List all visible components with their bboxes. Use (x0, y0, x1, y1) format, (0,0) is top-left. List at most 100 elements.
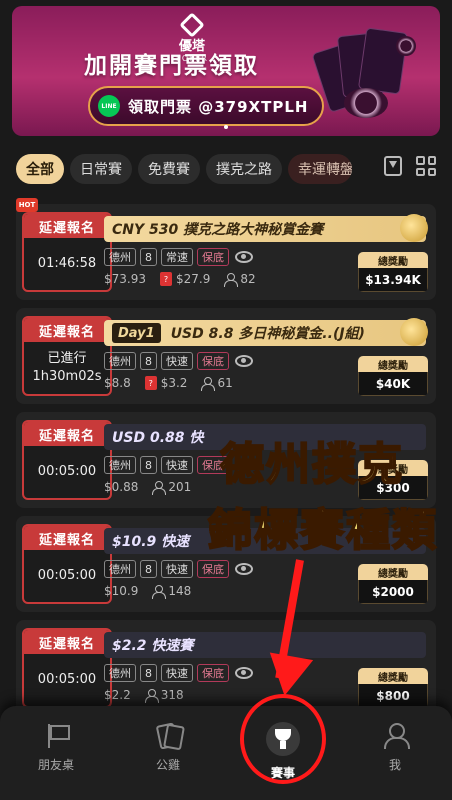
annotation-circle (240, 694, 326, 784)
nav-public-table[interactable]: 公雞 (128, 722, 208, 773)
prize-box: 總獎勵 $2000 (358, 564, 428, 604)
tab-lucky-wheel[interactable]: 幸運轉盤 (288, 154, 352, 184)
status-label: 延遲報名 (24, 214, 110, 238)
filter-icon[interactable] (384, 156, 402, 176)
person-icon (201, 376, 216, 391)
buyin: $10.9 (104, 584, 139, 598)
registration-status: 延遲報名 00:05:00 (22, 524, 112, 604)
prize-label: 總獎勵 (358, 564, 428, 580)
tab-daily[interactable]: 日常賽 (70, 154, 132, 184)
seats-tag: 8 (140, 560, 157, 578)
user-icon (381, 722, 410, 749)
overlay-caption-line2: 錦標賽種類 (207, 504, 438, 557)
seats-tag: 8 (140, 352, 157, 370)
seats-tag: 8 (140, 248, 157, 266)
status-time: 00:05:00 (37, 464, 97, 479)
game-type-tag: 德州 (104, 560, 136, 578)
tournament-name: USD 8.8 多日神秘賞金..(J組) (170, 326, 365, 342)
ticket-value: $27.9 (176, 272, 211, 286)
prize-value: $40K (358, 372, 428, 396)
coins-icon (400, 318, 428, 346)
nav-friend-table[interactable]: 朋友桌 (16, 722, 96, 773)
nav-label: 朋友桌 (37, 758, 74, 772)
hot-badge: HOT (16, 198, 38, 212)
tournament-name-bar: Day1 USD 8.8 多日神秘賞金..(J組) (104, 320, 426, 346)
player-count: 148 (168, 584, 192, 598)
nav-me[interactable]: 我 (355, 722, 435, 773)
person-icon (152, 584, 167, 599)
nav-label: 公雞 (155, 758, 180, 772)
ticket-value: $3.2 (160, 376, 188, 390)
guarantee-tag: 保底 (197, 664, 229, 682)
status-label: 延遲報名 (24, 526, 110, 550)
guarantee-tag: 保底 (197, 248, 229, 266)
guarantee-tag: 保底 (197, 352, 229, 370)
person-icon (144, 688, 159, 703)
status-time: 00:05:00 (37, 568, 97, 583)
flag-icon (42, 722, 70, 748)
eye-icon[interactable] (235, 563, 253, 575)
status-time: 已進行 1h30m02s (32, 351, 102, 384)
game-type-tag: 德州 (104, 664, 136, 682)
game-type-tag: 德州 (104, 352, 136, 370)
grid-icon[interactable] (416, 156, 436, 176)
person-icon (224, 272, 239, 287)
player-count: 82 (240, 272, 256, 286)
prize-label: 總獎勵 (358, 356, 428, 372)
speed-tag: 快速 (161, 456, 193, 474)
promo-banner[interactable]: 優塔 POKER 加開賽門票領取 LINE 領取門票 @379XTPLH (12, 6, 440, 136)
cards-icon (154, 722, 182, 748)
prize-box: 總獎勵 $800 (358, 668, 428, 708)
tournament-name: CNY 530 撲克之路大神秘賞金賽 (104, 216, 426, 242)
eye-icon[interactable] (235, 355, 253, 367)
eye-icon[interactable] (235, 251, 253, 263)
prize-label: 總獎勵 (358, 252, 428, 268)
bottom-nav: 朋友桌 公雞 賽事 我 (0, 706, 452, 800)
coins-icon (400, 214, 428, 242)
speed-tag: 快速 (161, 560, 193, 578)
registration-status: 延遲報名 00:05:00 (22, 628, 112, 708)
tournament-card[interactable]: HOT 延遲報名 01:46:58 CNY 530 撲克之路大神秘賞金賽 德州 … (16, 198, 436, 300)
game-type-tag: 德州 (104, 456, 136, 474)
registration-status: 延遲報名 00:05:00 (22, 420, 112, 500)
speed-tag: 常速 (161, 248, 193, 266)
speed-tag: 快速 (161, 664, 193, 682)
ticket-icon: ? (160, 272, 172, 286)
filter-tabs: 全部 日常賽 免費賽 撲克之路 幸運轉盤 (16, 153, 436, 185)
tournament-card[interactable]: 延遲報名 00:05:00 $2.2 快速賽 德州 8 快速 保底 $2.2 3… (16, 620, 436, 716)
status-label: 延遲報名 (24, 630, 110, 654)
tournament-name: $2.2 快速賽 (104, 632, 426, 658)
status-label: 延遲報名 (24, 422, 110, 446)
prize-box: 總獎勵 $40K (358, 356, 428, 396)
player-count: 61 (217, 376, 233, 390)
ticket-icon: ? (144, 376, 157, 390)
buyin: $0.88 (104, 480, 139, 494)
eye-icon[interactable] (235, 667, 253, 679)
registration-status: 延遲報名 01:46:58 (22, 212, 112, 292)
tab-free[interactable]: 免費賽 (138, 154, 200, 184)
buyin: $73.93 (104, 272, 146, 286)
playing-cards-illustration (310, 16, 420, 126)
seats-tag: 8 (140, 664, 157, 682)
buyin: $2.2 (104, 688, 131, 702)
prize-value: $13.94K (358, 268, 428, 292)
game-type-tag: 德州 (104, 248, 136, 266)
status-time: 00:05:00 (37, 672, 97, 687)
tournament-card[interactable]: 延遲報名 已進行 1h30m02s Day1 USD 8.8 多日神秘賞金..(… (16, 308, 436, 404)
player-count: 201 (168, 480, 192, 494)
banner-title: 加開賽門票領取 (84, 53, 259, 79)
buyin: $8.8 (104, 376, 131, 390)
day-badge: Day1 (112, 323, 161, 343)
status-time: 01:46:58 (37, 256, 97, 271)
overlay-caption-line1: 德州撲克 (219, 438, 404, 491)
nav-label: 我 (388, 758, 401, 772)
prize-value: $800 (358, 684, 428, 708)
person-icon (152, 480, 167, 495)
seats-tag: 8 (140, 456, 157, 474)
tab-poker-road[interactable]: 撲克之路 (206, 154, 282, 184)
tab-all[interactable]: 全部 (16, 154, 64, 184)
player-count: 318 (160, 688, 184, 702)
registration-status: 延遲報名 已進行 1h30m02s (22, 316, 112, 396)
prize-value: $2000 (358, 580, 428, 604)
guarantee-tag: 保底 (197, 560, 229, 578)
